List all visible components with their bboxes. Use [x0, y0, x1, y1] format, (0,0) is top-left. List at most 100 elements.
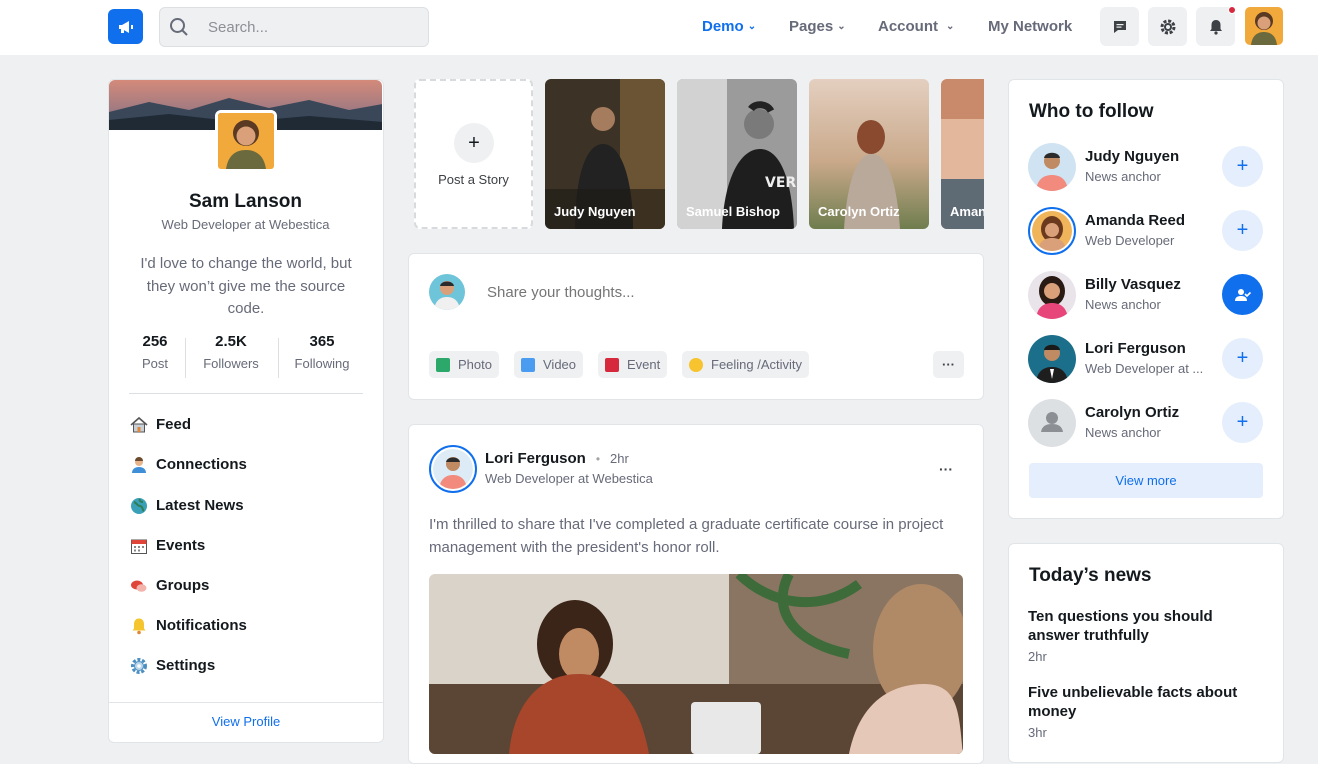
follow-name[interactable]: Amanda Reed: [1085, 212, 1185, 229]
profile-menu-connections[interactable]: Connections: [129, 455, 247, 474]
video-button[interactable]: Video: [514, 351, 584, 378]
profile-menu-notifications[interactable]: Notifications: [129, 616, 247, 635]
divider: [278, 338, 279, 378]
post-story-card[interactable]: + Post a Story: [414, 79, 533, 229]
menu-account-label: Account: [878, 18, 938, 35]
menu-account[interactable]: Account ⌄: [878, 18, 954, 35]
search-input[interactable]: [208, 8, 418, 46]
story-name: Amanda: [950, 204, 984, 219]
divider: [185, 338, 186, 378]
profile-menu-settings[interactable]: Settings: [129, 656, 215, 675]
follow-button[interactable]: +: [1222, 338, 1263, 379]
profile-menu-label: Settings: [156, 657, 216, 674]
more-dots-icon: ···: [942, 357, 955, 372]
follow-name[interactable]: Billy Vasquez: [1085, 276, 1181, 293]
post-author-avatar[interactable]: [429, 445, 477, 493]
search-box: [159, 7, 429, 47]
post-menu-icon[interactable]: ···: [939, 461, 953, 477]
user-avatar[interactable]: [1245, 7, 1283, 45]
chevron-down-icon: ⌄: [837, 21, 846, 32]
avatar-placeholder[interactable]: [1028, 399, 1076, 447]
profile-card: Sam Lanson Web Developer at Webestica I'…: [108, 79, 384, 743]
calendar-icon: [605, 357, 619, 372]
post-composer: Photo Video Event Feeling /Activity ···: [408, 253, 984, 400]
post-image[interactable]: [429, 574, 963, 754]
story-card[interactable]: Amanda: [941, 79, 984, 229]
profile-title: Web Developer at Webestica: [161, 217, 330, 232]
gear-icon: [1160, 19, 1175, 34]
photo-label: Photo: [458, 357, 492, 372]
notifications-button[interactable]: [1196, 6, 1236, 46]
story-name: Judy Nguyen: [554, 204, 636, 219]
person-icon: [129, 455, 148, 474]
post-story-label: Post a Story: [438, 172, 509, 187]
profile-menu-events[interactable]: Events: [129, 536, 205, 555]
menu-demo[interactable]: Demo ⌄: [702, 18, 756, 35]
notification-dot: [1228, 6, 1236, 14]
event-button[interactable]: Event: [598, 351, 668, 378]
follow-person: Amanda Reed Web Developer: [1085, 212, 1185, 248]
menu-my-network[interactable]: My Network: [988, 18, 1072, 35]
post-author-name[interactable]: Lori Ferguson: [485, 450, 586, 467]
news-time: 2hr: [1028, 649, 1047, 664]
view-more-button[interactable]: View more: [1029, 463, 1263, 498]
follow-button[interactable]: +: [1222, 402, 1263, 443]
story-card[interactable]: VER Samuel Bishop: [677, 79, 797, 229]
profile-menu-label: Feed: [156, 416, 192, 433]
todays-news-card: Today’s news Ten questions you should an…: [1008, 543, 1284, 763]
avatar[interactable]: [1028, 143, 1076, 191]
feeling-activity-button[interactable]: Feeling /Activity: [682, 351, 810, 378]
follow-button[interactable]: +: [1222, 210, 1263, 251]
chevron-down-icon: ⌄: [747, 21, 757, 32]
story-card[interactable]: Carolyn Ortiz: [809, 79, 929, 229]
story-card[interactable]: Judy Nguyen: [545, 79, 665, 229]
profile-menu-label: Events: [156, 537, 206, 554]
who-to-follow-title: Who to follow: [1029, 101, 1154, 122]
svg-text:VER: VER: [765, 175, 796, 191]
follow-name[interactable]: Judy Nguyen: [1085, 148, 1179, 165]
avatar[interactable]: [1028, 335, 1076, 383]
gear-icon: [129, 656, 148, 675]
follow-role: News anchor: [1085, 297, 1161, 312]
more-options-button[interactable]: ···: [933, 351, 964, 378]
follow-role: News anchor: [1085, 425, 1161, 440]
profile-menu-feed[interactable]: Feed: [129, 415, 191, 434]
stat-posts: 256 Post: [131, 333, 179, 371]
menu-demo-label: Demo: [702, 18, 744, 35]
follow-name[interactable]: Lori Ferguson: [1085, 340, 1203, 357]
profile-menu-label: Notifications: [156, 617, 247, 634]
video-label: Video: [543, 357, 577, 372]
avatar[interactable]: [1028, 207, 1076, 255]
profile-menu-label: Connections: [156, 456, 247, 473]
search-icon: [170, 18, 188, 36]
follow-button[interactable]: +: [1222, 146, 1263, 187]
profile-menu-groups[interactable]: Groups: [129, 576, 209, 595]
menu-pages[interactable]: Pages ⌄: [789, 18, 846, 35]
post-body: I'm thrilled to share that I've complete…: [429, 516, 944, 556]
photo-button[interactable]: Photo: [429, 351, 499, 378]
news-headline: Five unbelievable facts about money: [1028, 684, 1238, 720]
news-headline: Ten questions you should answer truthful…: [1028, 608, 1213, 644]
follow-role: News anchor: [1085, 169, 1161, 184]
settings-button[interactable]: [1148, 7, 1187, 46]
avatar: [429, 274, 465, 310]
avatar[interactable]: [1028, 271, 1076, 319]
calendar-icon: [129, 536, 148, 555]
following-button[interactable]: [1222, 274, 1263, 315]
messages-button[interactable]: [1100, 7, 1139, 46]
view-profile-link[interactable]: View Profile: [109, 714, 383, 729]
story-name: Carolyn Ortiz: [818, 204, 900, 219]
follow-person: Billy Vasquez News anchor: [1085, 276, 1181, 312]
stat-value: 365: [309, 333, 335, 350]
news-item[interactable]: Ten questions you should answer truthful…: [1028, 607, 1248, 664]
profile-avatar[interactable]: [215, 110, 277, 172]
profile-menu-label: Latest News: [156, 497, 244, 514]
news-item[interactable]: Five unbelievable facts about money 3hr: [1028, 683, 1248, 740]
logo[interactable]: [108, 9, 143, 44]
bell-icon: [129, 616, 148, 635]
profile-menu-latest-news[interactable]: Latest News: [129, 496, 244, 515]
follow-name[interactable]: Carolyn Ortiz: [1085, 404, 1179, 421]
share-thoughts-input[interactable]: [487, 280, 957, 304]
stat-label: Following: [294, 356, 350, 371]
feed-post: Lori Ferguson • 2hr Web Developer at Web…: [408, 424, 984, 764]
